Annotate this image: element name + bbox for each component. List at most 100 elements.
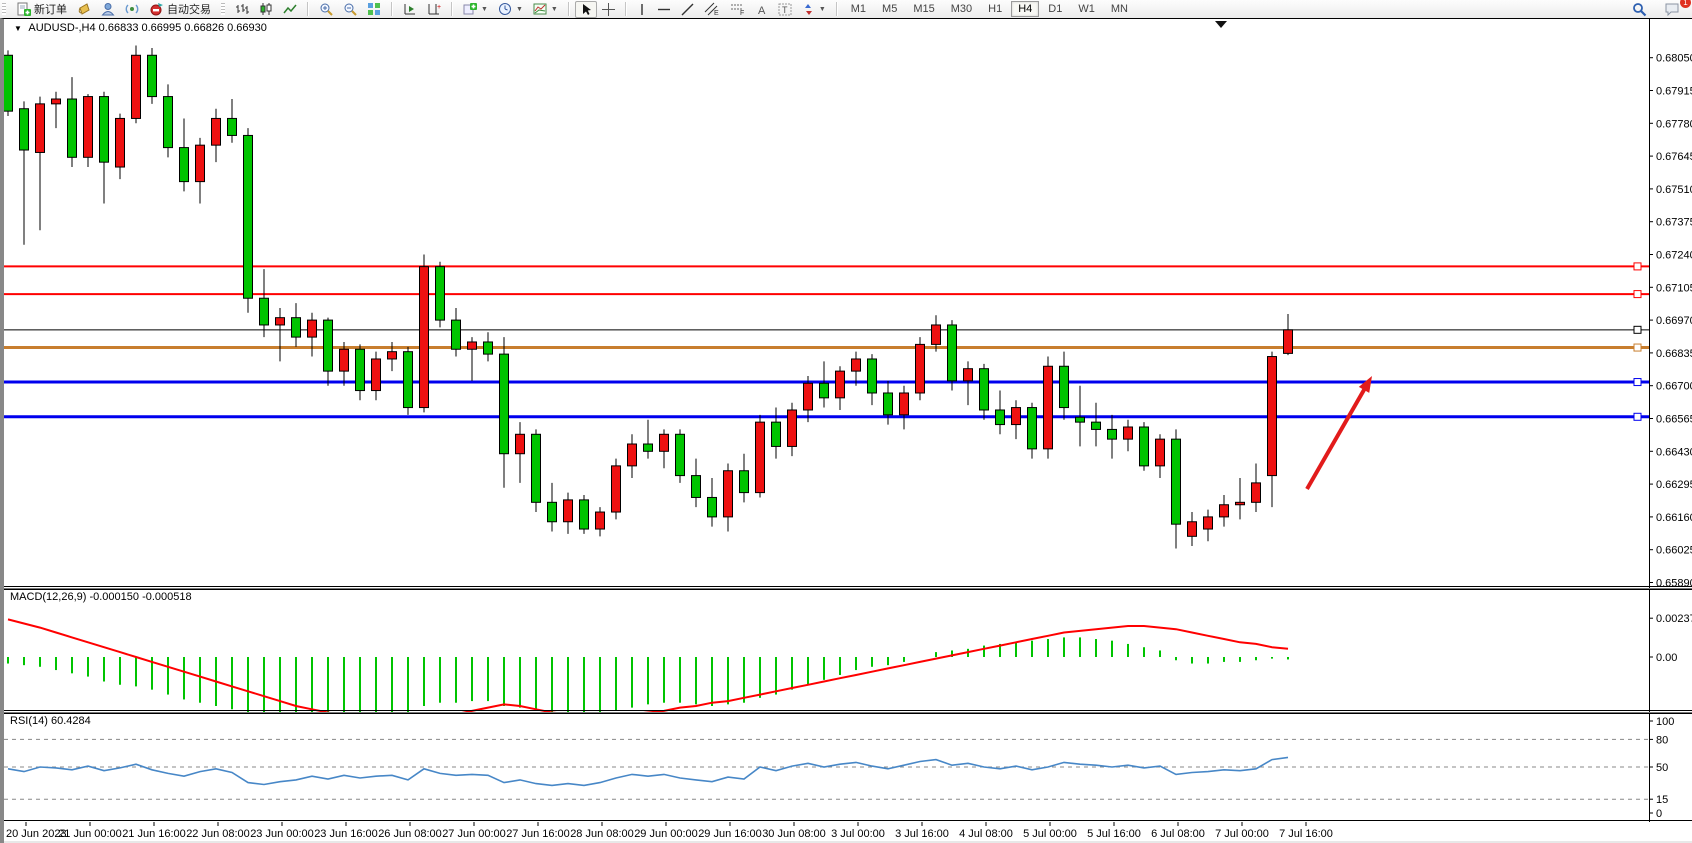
arrows-tool[interactable]: ▼ — [797, 1, 831, 18]
timeframe-h4[interactable]: H4 — [1011, 1, 1039, 17]
candle-body — [4, 55, 13, 111]
auto-trading-button[interactable]: 自动交易 — [144, 0, 216, 19]
candle-body — [180, 148, 189, 182]
candle-body — [740, 471, 749, 493]
candle-body — [100, 97, 109, 163]
candle-body — [1156, 439, 1165, 466]
vertical-line-tool[interactable] — [632, 1, 652, 18]
periods-button[interactable]: ▼ — [493, 0, 528, 18]
zoom-in-button[interactable] — [314, 0, 338, 18]
candle-body — [628, 444, 637, 466]
clock-icon — [498, 2, 512, 16]
collapse-ohlc-icon[interactable]: ▼ — [14, 24, 22, 33]
candle-body — [1028, 408, 1037, 449]
timeframe-w1[interactable]: W1 — [1071, 1, 1102, 17]
crosshair-tool-button[interactable] — [597, 1, 620, 18]
time-axis-label: 5 Jul 16:00 — [1087, 828, 1141, 840]
styler-button[interactable] — [72, 0, 96, 18]
candle-body — [516, 434, 525, 453]
bar-chart-button[interactable] — [230, 0, 254, 18]
price-axis-tick: 0.66835 — [1656, 348, 1692, 360]
macd-indicator-label: MACD(12,26,9) -0.000150 -0.000518 — [10, 591, 192, 603]
candle-body — [548, 502, 557, 521]
add-indicator-button[interactable]: ▼ — [458, 0, 493, 18]
candle-body — [1172, 439, 1181, 524]
main-price-pane[interactable]: 0.680500.679150.677800.676450.675100.673… — [4, 19, 1692, 589]
price-axis-tick: 0.66295 — [1656, 479, 1692, 491]
candle-body — [308, 320, 317, 337]
candle-body — [996, 410, 1005, 425]
dropdown-caret-icon: ▼ — [551, 6, 558, 13]
candle-body — [420, 267, 429, 408]
candle-body — [116, 118, 125, 167]
candle-body — [356, 349, 365, 390]
candle-body — [1044, 366, 1053, 449]
timeframe-m1[interactable]: M1 — [844, 1, 873, 17]
time-axis-label: 6 Jul 08:00 — [1151, 828, 1205, 840]
search-button[interactable] — [1627, 0, 1652, 19]
macd-axis-tick: 0.00 — [1656, 652, 1677, 664]
auto-scroll-button[interactable] — [398, 0, 422, 18]
tile-windows-button[interactable] — [362, 0, 386, 18]
fibonacci-tool[interactable]: F — [725, 0, 751, 18]
time-axis[interactable]: 20 Jun 202321 Jun 00:0021 Jun 16:0022 Ju… — [4, 822, 1692, 843]
timeframe-m30[interactable]: M30 — [944, 1, 979, 17]
rsi-axis-tick: 15 — [1656, 794, 1668, 806]
chart-shift-button[interactable]: + — [422, 0, 446, 18]
candle-body — [564, 500, 573, 522]
time-axis-label: 27 Jun 00:00 — [442, 828, 506, 840]
macd-indicator-pane[interactable]: 0.0023760.00-0.003747 — [4, 589, 1692, 713]
timeframe-m15[interactable]: M15 — [906, 1, 941, 17]
sound-button[interactable] — [120, 0, 144, 18]
text-label-tool[interactable]: T — [773, 1, 797, 18]
candle-body — [276, 318, 285, 325]
candle-body — [212, 118, 221, 145]
time-axis-label: 21 Jun 00:00 — [58, 828, 122, 840]
candle-body — [964, 369, 973, 381]
toolbar-grip[interactable] — [221, 3, 225, 15]
candle-body — [68, 99, 77, 157]
price-axis-tick: 0.67105 — [1656, 282, 1692, 294]
candlestick-chart-button[interactable] — [254, 0, 278, 18]
notifications-button[interactable]: 1 — [1660, 0, 1686, 18]
trendline-tool[interactable] — [676, 1, 699, 18]
cursor-tool-button[interactable] — [575, 1, 597, 18]
timeframe-h1[interactable]: H1 — [981, 1, 1009, 17]
candle-body — [804, 383, 813, 410]
notification-badge: 1 — [1680, 0, 1691, 8]
text-tool[interactable]: A — [751, 1, 773, 18]
price-axis-tick: 0.66430 — [1656, 446, 1692, 458]
main-toolbar: 新订单 — [0, 0, 1692, 19]
candle-body — [1124, 427, 1133, 439]
new-order-button[interactable]: 新订单 — [11, 0, 72, 19]
templates-button[interactable]: ▼ — [528, 0, 563, 18]
profile-button[interactable] — [96, 0, 120, 18]
timeframe-m5[interactable]: M5 — [875, 1, 904, 17]
candle-body — [132, 55, 141, 118]
chat-bubble-icon — [1665, 2, 1681, 16]
zoom-out-button[interactable] — [338, 0, 362, 18]
toolbar-grip[interactable] — [2, 3, 6, 15]
arrows-icon — [802, 3, 815, 16]
candle-body — [596, 512, 605, 529]
horizontal-line-tool[interactable] — [652, 1, 676, 18]
time-axis-label: 21 Jun 16:00 — [122, 828, 186, 840]
candle-body — [1284, 330, 1293, 354]
equidistant-channel-tool[interactable]: E — [699, 0, 725, 18]
dropdown-caret-icon: ▼ — [819, 6, 826, 13]
dropdown-caret-icon: ▼ — [516, 6, 523, 13]
candle-body — [1060, 366, 1069, 407]
candle-body — [852, 359, 861, 371]
time-axis-label: 29 Jun 16:00 — [698, 828, 762, 840]
candle-body — [36, 104, 45, 153]
timeframe-d1[interactable]: D1 — [1041, 1, 1069, 17]
rsi-indicator-pane[interactable]: 1008050150 — [4, 713, 1692, 822]
candle-body — [324, 320, 333, 371]
candle-body — [1220, 505, 1229, 517]
candle-body — [980, 369, 989, 410]
profile-icon — [101, 2, 115, 16]
text-label-icon: T — [778, 3, 792, 16]
bar-chart-icon — [235, 2, 249, 16]
line-chart-button[interactable] — [278, 0, 302, 18]
timeframe-mn[interactable]: MN — [1104, 1, 1135, 17]
